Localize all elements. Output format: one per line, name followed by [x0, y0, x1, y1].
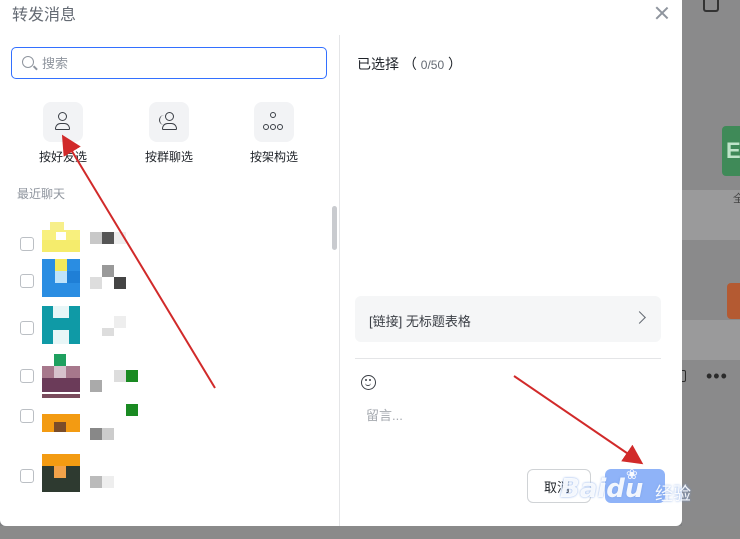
- contact-name-blurred: [90, 265, 150, 293]
- list-item[interactable]: [18, 394, 318, 440]
- background-bottom-bar: [0, 526, 740, 539]
- list-item[interactable]: [18, 306, 318, 350]
- contact-name-blurred: [90, 312, 150, 340]
- search-input[interactable]: [42, 52, 322, 74]
- list-item[interactable]: [18, 454, 318, 498]
- selected-count: 已选择 （ 0/50 ）: [357, 56, 463, 72]
- checkbox[interactable]: [20, 469, 34, 483]
- cancel-button[interactable]: 取消: [527, 469, 591, 503]
- forward-dialog: 转发消息 按好友选 按群聊选 按架构选 最近聊天: [0, 0, 682, 526]
- background-right-panel: [682, 0, 740, 539]
- avatar: [42, 454, 80, 492]
- chevron-right-icon: [633, 311, 646, 324]
- link-card-text: [链接] 无标题表格: [369, 314, 471, 329]
- send-button[interactable]: [605, 469, 665, 503]
- avatar: [42, 222, 80, 260]
- checkbox[interactable]: [20, 321, 34, 335]
- background-more-icon: •••: [706, 366, 728, 386]
- background-tiny-text: 全: [733, 193, 740, 205]
- filter-by-friend[interactable]: 按好友选: [18, 102, 108, 165]
- panel-divider: [339, 35, 340, 526]
- background-spreadsheet-tile: E: [722, 126, 740, 176]
- dialog-title: 转发消息: [12, 7, 77, 24]
- checkbox[interactable]: [20, 237, 34, 251]
- avatar: [42, 394, 80, 432]
- search-icon: [22, 56, 34, 68]
- group-icon: [149, 102, 189, 142]
- checkbox[interactable]: [20, 409, 34, 423]
- avatar: [42, 259, 80, 297]
- background-orange-tile: [727, 283, 740, 319]
- avatar: [42, 354, 80, 392]
- filter-by-org[interactable]: 按架构选: [229, 102, 319, 165]
- list-item[interactable]: [18, 354, 318, 398]
- checkbox[interactable]: [20, 369, 34, 383]
- message-divider: [355, 358, 661, 359]
- person-icon: [43, 102, 83, 142]
- contact-name-blurred: [90, 360, 150, 392]
- filter-label: 按好友选: [38, 150, 87, 164]
- list-item[interactable]: [18, 259, 318, 303]
- forwarded-link-card[interactable]: [链接] 无标题表格: [355, 296, 661, 342]
- contact-name-blurred: [90, 400, 150, 440]
- filter-label: 按架构选: [249, 150, 298, 164]
- filter-by-group[interactable]: 按群聊选: [124, 102, 214, 165]
- contact-name-blurred: [90, 228, 150, 256]
- emoji-icon[interactable]: [361, 375, 376, 390]
- selected-label: 已选择: [357, 56, 399, 72]
- background-window-icon: [703, 0, 719, 12]
- avatar: [42, 306, 80, 344]
- close-icon[interactable]: [653, 4, 671, 22]
- filter-label: 按群聊选: [144, 150, 193, 164]
- recent-chats-label: 最近聊天: [17, 187, 66, 201]
- list-scrollbar[interactable]: [332, 206, 337, 250]
- org-chart-icon: [254, 102, 294, 142]
- checkbox[interactable]: [20, 274, 34, 288]
- search-box[interactable]: [11, 47, 327, 79]
- selected-count-value: 0/50: [420, 58, 445, 72]
- contact-name-blurred: [90, 460, 150, 488]
- message-input[interactable]: [366, 405, 656, 445]
